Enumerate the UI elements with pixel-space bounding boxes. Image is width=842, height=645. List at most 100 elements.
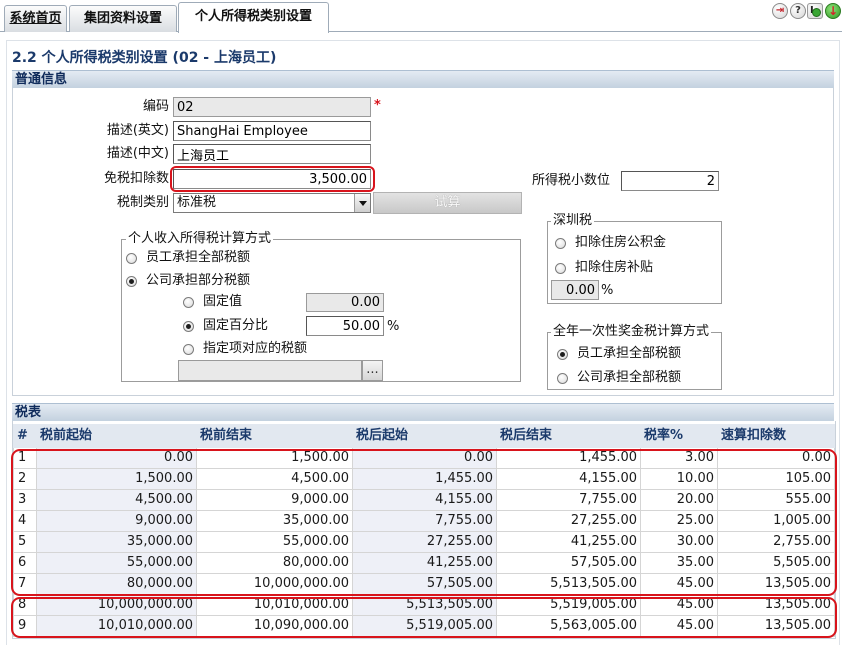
radio-option-employee-all[interactable]: 员工承担全部税额	[126, 249, 250, 267]
calc-method-legend: 个人收入所得税计算方式	[126, 231, 274, 247]
quick-deduction-cell: 0.00	[718, 448, 835, 469]
exit-icon[interactable]	[825, 3, 841, 19]
post-tax-start-cell: 57,505.00	[353, 574, 497, 595]
switch-icon[interactable]	[772, 3, 788, 19]
post-tax-start-cell: 41,255.00	[353, 553, 497, 574]
column-header-post-tax-start[interactable]: 税后起始	[353, 424, 497, 448]
tab-group-settings[interactable]: 集团资料设置	[69, 5, 177, 32]
column-header-index[interactable]: #	[13, 424, 37, 448]
desc-en-label: 描述(英文)	[106, 123, 169, 138]
tax-rate-cell: 45.00	[641, 574, 718, 595]
desc-cn-label: 描述(中文)	[106, 146, 169, 161]
post-tax-start-cell: 4,155.00	[353, 490, 497, 511]
fixed-percent-field[interactable]	[306, 316, 384, 336]
column-header-pre-tax-end[interactable]: 税前结束	[197, 424, 353, 448]
post-tax-end-cell: 5,563,005.00	[497, 616, 641, 637]
item-tax-field[interactable]	[178, 360, 362, 381]
required-mark: *	[374, 98, 381, 113]
tab-home[interactable]: 系统首页	[4, 5, 67, 32]
tax-table-body: 1 0.00 1,500.00 0.00 1,455.00 3.00 0.00 2 1,500.…	[13, 448, 835, 637]
table-row[interactable]: 5 35,000.00 55,000.00 27,255.00 41,255.00 30.…	[13, 532, 835, 553]
radio-button[interactable]	[126, 252, 137, 264]
fixed-value-field[interactable]	[306, 293, 384, 312]
logout-icon[interactable]	[807, 3, 823, 19]
code-field[interactable]	[173, 97, 371, 117]
pre-tax-end-cell: 10,000,000.00	[197, 574, 353, 595]
desc-en-field[interactable]	[173, 121, 371, 141]
quick-deduction-cell: 105.00	[718, 469, 835, 490]
tab-income-tax-category-label: 个人所得税类别设置	[194, 9, 312, 24]
table-header-row: # 税前起始 税前结束 税后起始 税后结束 税率% 速算扣除数	[13, 424, 835, 448]
exemption-field[interactable]	[173, 169, 371, 189]
post-tax-start-cell: 0.00	[353, 448, 497, 469]
radio-button[interactable]	[557, 372, 568, 384]
radio-button[interactable]	[555, 262, 566, 274]
pre-tax-start-cell: 9,000.00	[37, 511, 197, 532]
shenzhen-percent-field[interactable]	[551, 280, 599, 300]
radio-option-bonus-company-all[interactable]: 公司承担全部税额	[557, 369, 681, 387]
radio-button[interactable]	[183, 343, 194, 355]
table-row[interactable]: 3 4,500.00 9,000.00 4,155.00 7,755.00 20.00 55…	[13, 490, 835, 511]
radio-button[interactable]	[183, 296, 194, 308]
pre-tax-start-cell: 80,000.00	[37, 574, 197, 595]
quick-deduction-cell: 2,755.00	[718, 532, 835, 553]
desc-cn-field[interactable]	[173, 144, 371, 164]
pre-tax-end-cell: 55,000.00	[197, 532, 353, 553]
column-header-post-tax-end[interactable]: 税后结束	[497, 424, 641, 448]
post-tax-start-cell: 7,755.00	[353, 511, 497, 532]
tax-type-select[interactable]: 标准税	[173, 193, 371, 213]
table-row[interactable]: 6 55,000.00 80,000.00 41,255.00 57,505.00 35.…	[13, 553, 835, 574]
column-header-tax-rate[interactable]: 税率%	[641, 424, 718, 448]
radio-button[interactable]	[126, 275, 137, 287]
table-row[interactable]: 9 10,010,000.00 10,090,000.00 5,519,005.00 5…	[13, 616, 835, 637]
tax-rate-cell: 20.00	[641, 490, 718, 511]
bonus-tax-legend: 全年一次性奖金税计算方式	[551, 324, 712, 340]
post-tax-start-cell: 5,519,005.00	[353, 616, 497, 637]
radio-option-item-tax[interactable]: 指定项对应的税额	[183, 340, 307, 358]
tab-bar: 系统首页 集团资料设置 个人所得税类别设置	[0, 0, 842, 33]
chevron-down-icon[interactable]	[354, 194, 370, 212]
table-row[interactable]: 7 80,000.00 10,000,000.00 57,505.00 5,513,50…	[13, 574, 835, 595]
exemption-label: 免税扣除数	[103, 171, 169, 186]
decimals-label: 所得税小数位	[532, 173, 611, 188]
radio-option-bonus-employee-all[interactable]: 员工承担全部税额	[557, 345, 681, 363]
radio-option-fixed-percent[interactable]: 固定百分比	[183, 317, 268, 335]
radio-option-housing-subsidy[interactable]: 扣除住房补贴	[555, 259, 653, 277]
row-number-cell: 3	[13, 490, 37, 511]
row-number-cell: 6	[13, 553, 37, 574]
decimals-field[interactable]	[621, 171, 719, 191]
radio-label: 公司承担部分税额	[146, 273, 251, 288]
tax-rate-cell: 35.00	[641, 553, 718, 574]
radio-option-fixed-value[interactable]: 固定值	[183, 293, 242, 311]
page-title: 2.2 个人所得税类别设置 (02 - 上海员工)	[12, 50, 277, 66]
column-header-pre-tax-start[interactable]: 税前起始	[37, 424, 197, 448]
radio-option-housing-fund[interactable]: 扣除住房公积金	[555, 234, 666, 252]
row-number-cell: 7	[13, 574, 37, 595]
pre-tax-start-cell: 10,010,000.00	[37, 616, 197, 637]
help-icon[interactable]	[790, 3, 806, 19]
browse-button[interactable]: ...	[362, 360, 383, 381]
trial-calc-button[interactable]: 试算	[373, 192, 522, 214]
table-row[interactable]: 1 0.00 1,500.00 0.00 1,455.00 3.00 0.00	[13, 448, 835, 469]
radio-label: 固定百分比	[203, 318, 269, 333]
pre-tax-end-cell: 10,010,000.00	[197, 595, 353, 616]
table-row[interactable]: 8 10,000,000.00 10,010,000.00 5,513,505.00 5…	[13, 595, 835, 616]
table-row[interactable]: 4 9,000.00 35,000.00 7,755.00 27,255.00 25.00…	[13, 511, 835, 532]
radio-button[interactable]	[555, 237, 566, 249]
tax-rate-cell: 3.00	[641, 448, 718, 469]
row-number-cell: 9	[13, 616, 37, 637]
tab-income-tax-category[interactable]: 个人所得税类别设置	[178, 2, 329, 33]
post-tax-start-cell: 1,455.00	[353, 469, 497, 490]
post-tax-end-cell: 27,255.00	[497, 511, 641, 532]
pre-tax-end-cell: 80,000.00	[197, 553, 353, 574]
column-header-quick-deduction[interactable]: 速算扣除数	[718, 424, 835, 448]
radio-button[interactable]	[183, 320, 194, 332]
quick-deduction-cell: 13,505.00	[718, 574, 835, 595]
radio-option-company-part[interactable]: 公司承担部分税额	[126, 272, 250, 290]
radio-button[interactable]	[557, 348, 568, 360]
table-row[interactable]: 2 1,500.00 4,500.00 1,455.00 4,155.00 10.00 10…	[13, 469, 835, 490]
quick-deduction-cell: 13,505.00	[718, 616, 835, 637]
tax-table-header: 税表	[12, 403, 834, 421]
post-tax-end-cell: 5,513,505.00	[497, 574, 641, 595]
radio-label: 员工承担全部税额	[146, 250, 251, 265]
